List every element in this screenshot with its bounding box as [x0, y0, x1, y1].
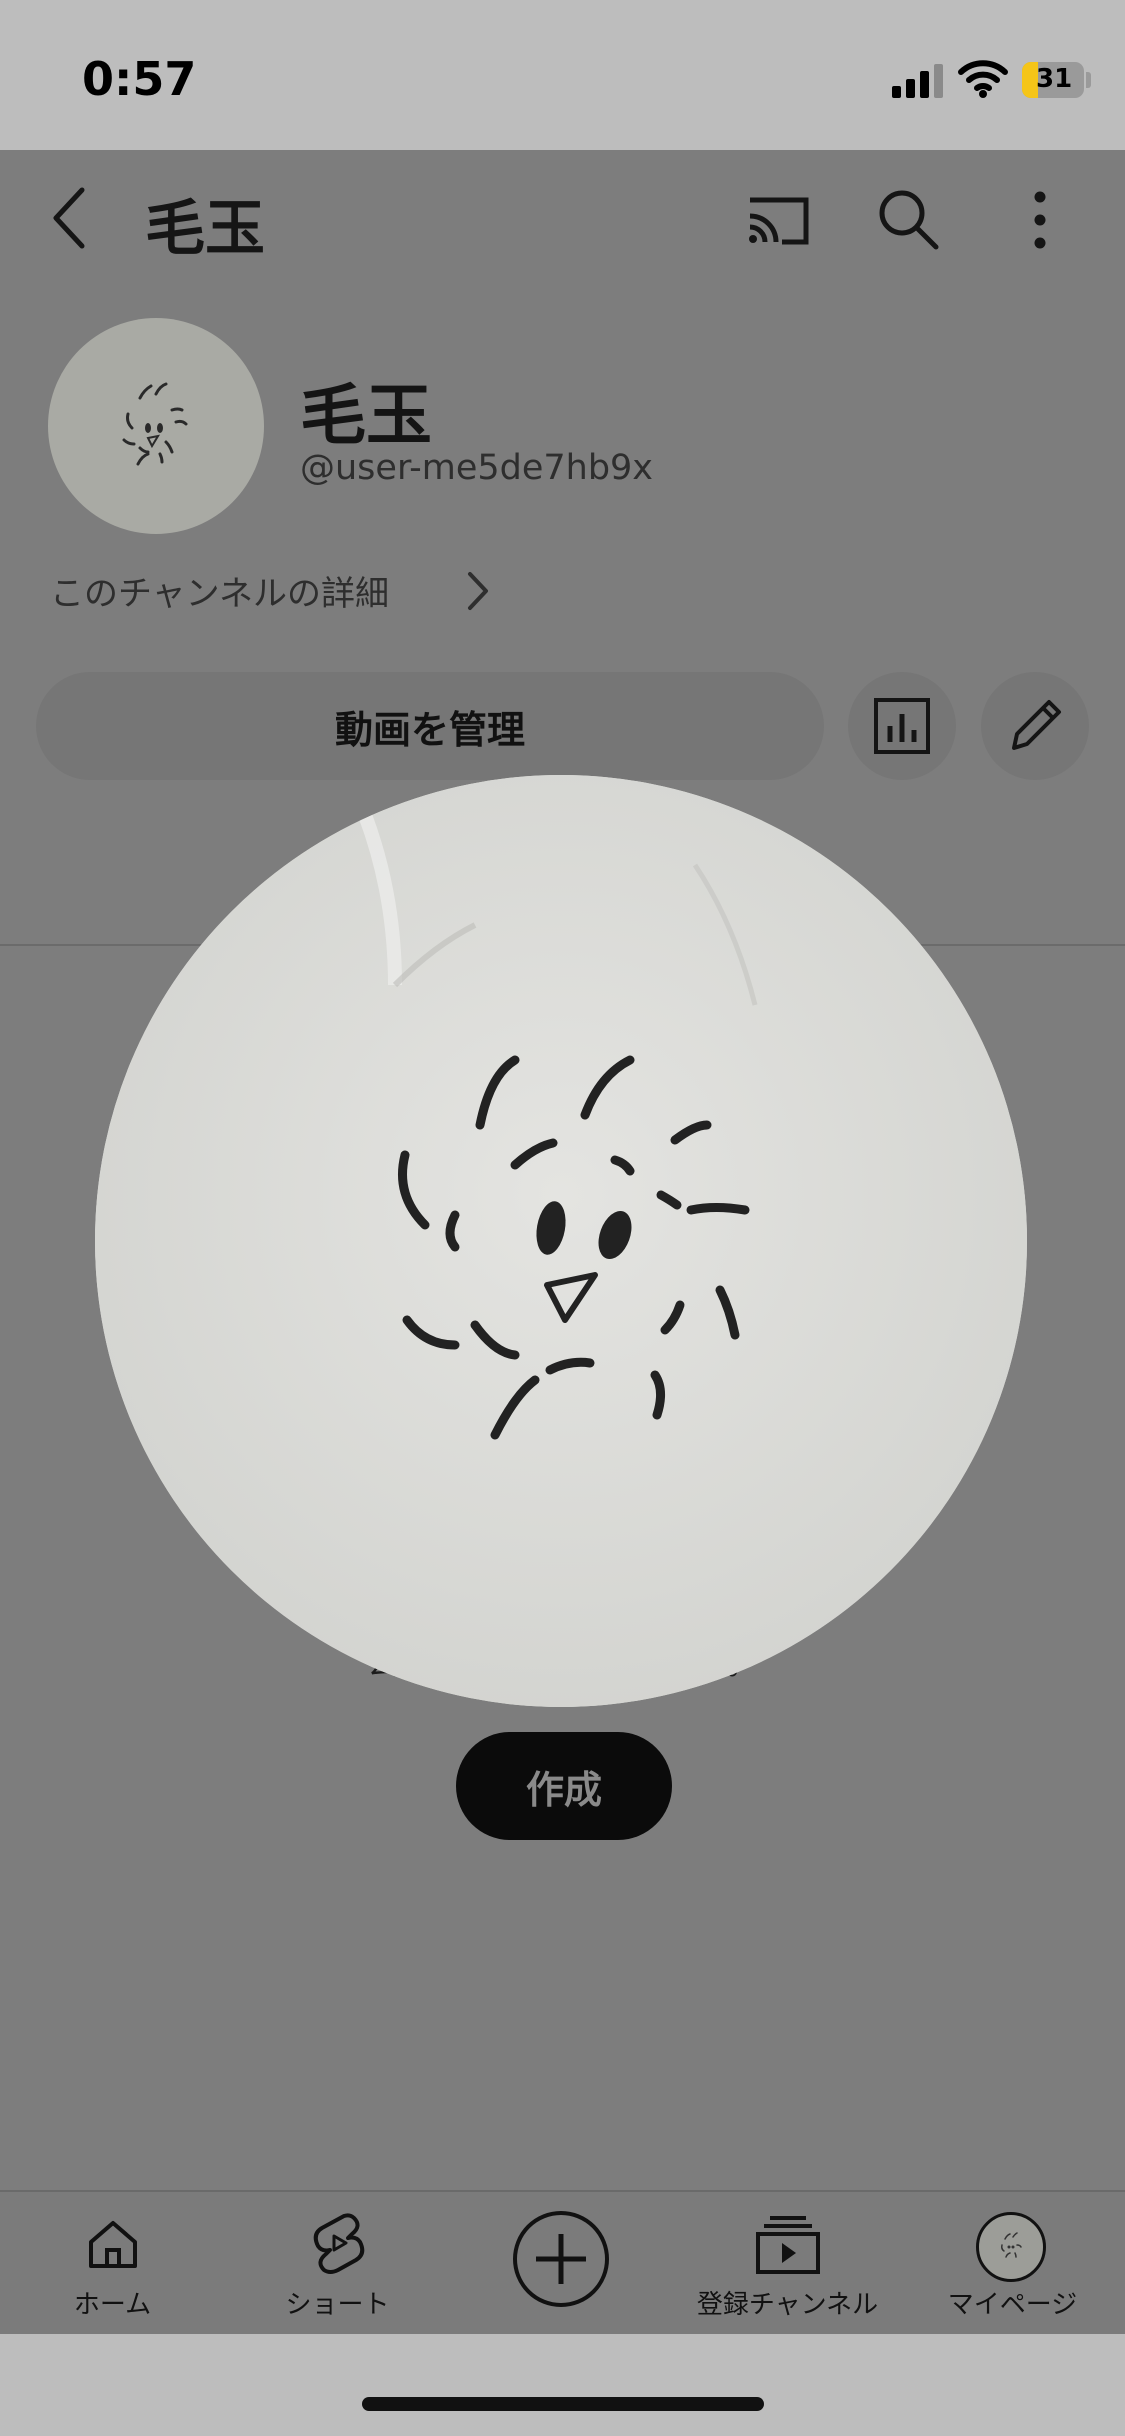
subscriptions-icon — [755, 2216, 820, 2274]
bottom-tab-bar: ホーム ショート 登録チャンネル マイページ — [0, 2190, 1125, 2336]
channel-handle: @user-me5de7hb9x — [300, 448, 654, 488]
channel-details-label: このチャンネルの詳細 — [50, 574, 389, 614]
tab-my-page-label: マイページ — [947, 2290, 1078, 2320]
status-time: 0:57 — [82, 52, 197, 106]
battery-level: 31 — [1036, 64, 1073, 94]
battery-icon: 31 — [1022, 62, 1084, 98]
chevron-right-icon — [468, 572, 488, 610]
home-indicator[interactable] — [362, 2397, 764, 2411]
tab-subscriptions[interactable]: 登録チャンネル — [675, 2192, 900, 2336]
edit-channel-button[interactable] — [981, 672, 1089, 780]
cast-icon[interactable] — [738, 180, 818, 260]
tab-shorts[interactable]: ショート — [225, 2192, 450, 2336]
tab-subscriptions-label: 登録チャンネル — [696, 2290, 879, 2320]
shorts-icon — [313, 2213, 364, 2274]
channel-avatar[interactable] — [48, 318, 264, 534]
avatar[interactable] — [976, 2212, 1046, 2282]
create-button[interactable]: 作成 — [456, 1732, 672, 1840]
more-vert-icon[interactable] — [1000, 180, 1080, 260]
channel-details-link[interactable]: このチャンネルの詳細 — [50, 566, 488, 616]
app-bar: 毛玉 — [0, 150, 1125, 285]
back-icon[interactable] — [42, 182, 102, 254]
tab-create[interactable] — [512, 2210, 610, 2308]
tab-shorts-label: ショート — [285, 2290, 390, 2320]
fluffball-drawing-large — [95, 775, 1027, 1707]
wifi-icon — [958, 60, 1008, 98]
fluffball-drawing — [122, 382, 188, 466]
manage-videos-button[interactable]: 動画を管理 — [36, 672, 824, 780]
tab-home-label: ホーム — [73, 2290, 152, 2320]
analytics-icon — [874, 698, 930, 754]
fluffball-drawing-small — [1001, 2232, 1022, 2258]
edit-pencil-icon — [1012, 700, 1061, 750]
enlarged-avatar[interactable] — [95, 775, 1027, 1707]
home-indicator-area — [0, 2334, 1125, 2436]
cellular-signal-icon — [892, 62, 944, 98]
battery-cap — [1086, 72, 1091, 88]
create-button-label: 作成 — [525, 1767, 602, 1812]
search-icon[interactable] — [868, 180, 948, 260]
channel-name: 毛玉 — [300, 377, 432, 454]
manage-videos-label: 動画を管理 — [334, 707, 525, 752]
add-icon — [513, 2211, 609, 2307]
tab-home[interactable]: ホーム — [0, 2192, 225, 2336]
analytics-button[interactable] — [848, 672, 956, 780]
home-icon — [88, 2221, 137, 2268]
page-title: 毛玉 — [145, 194, 265, 264]
